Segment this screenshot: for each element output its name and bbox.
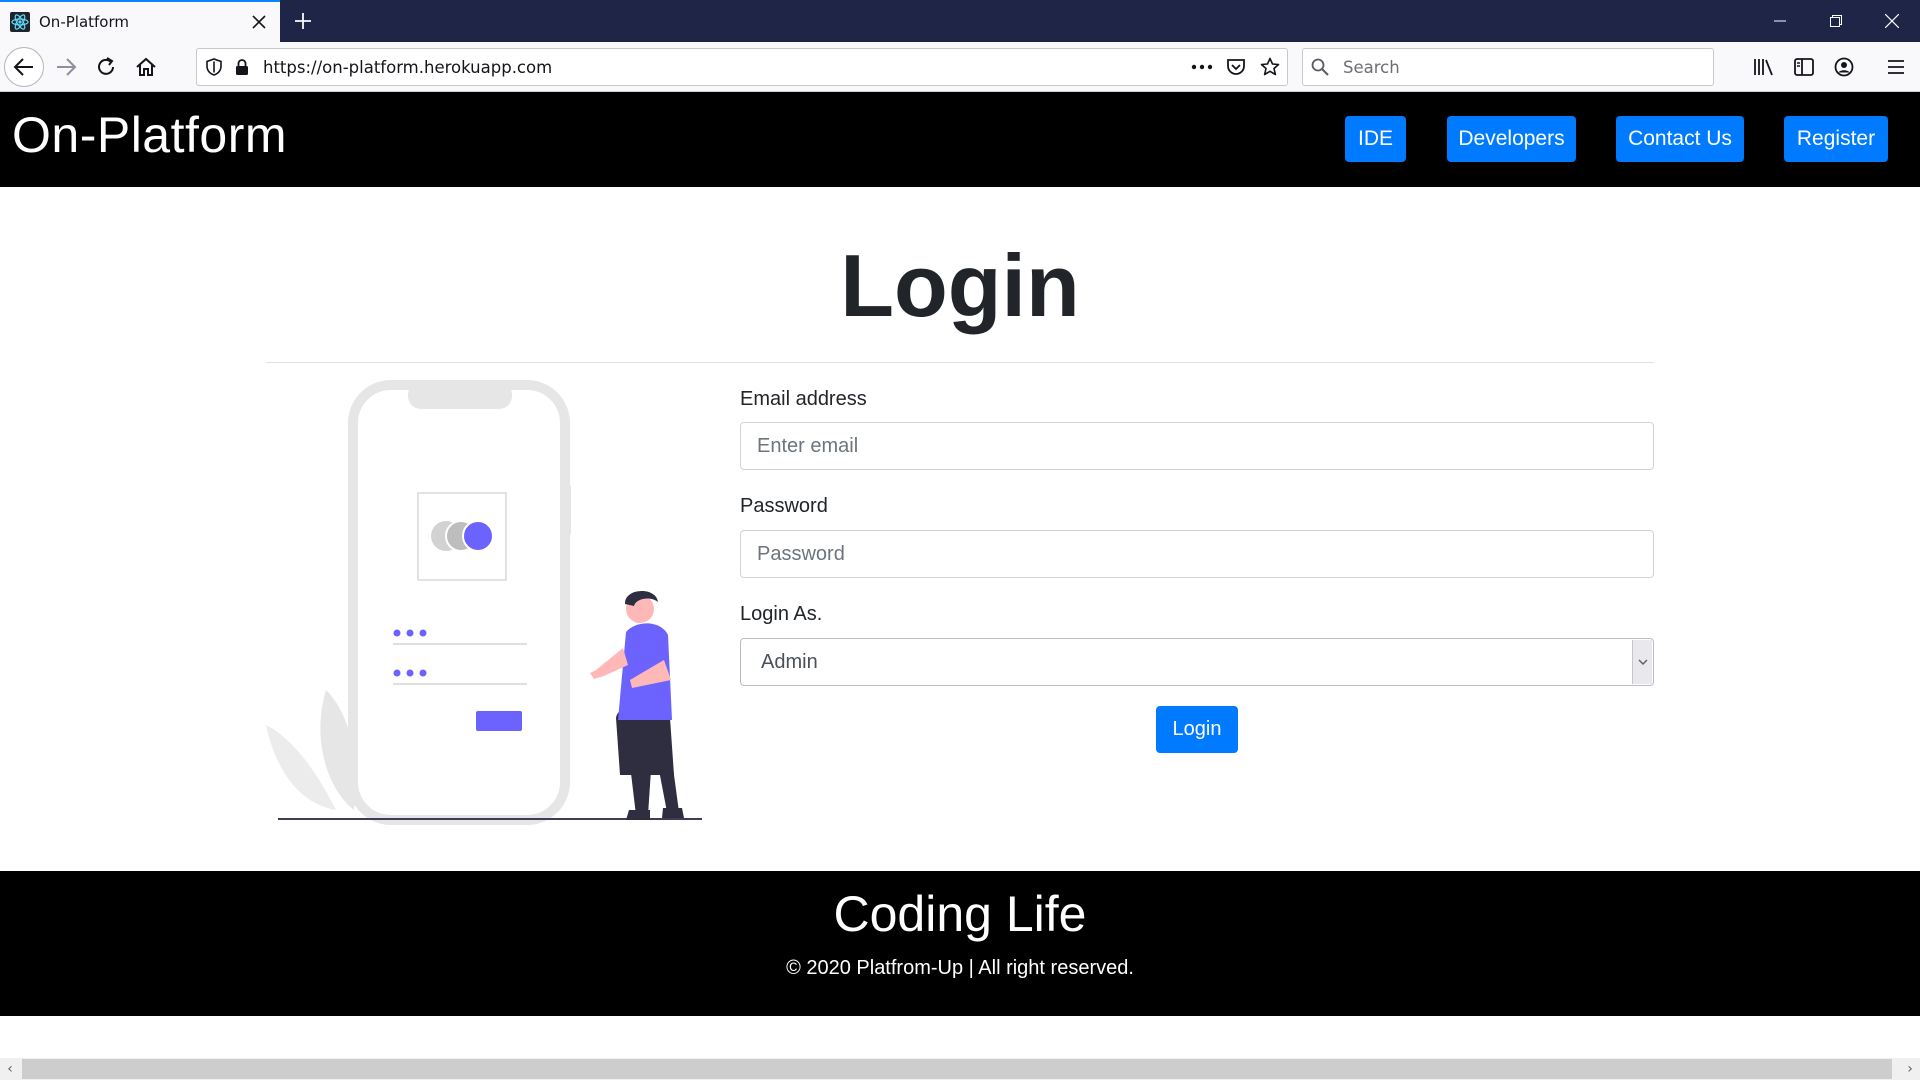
phone-side-button <box>563 485 571 535</box>
title-divider <box>266 362 1654 363</box>
chevron-down-icon[interactable] <box>1632 640 1652 684</box>
home-icon <box>136 57 156 76</box>
phone-outline <box>348 380 570 825</box>
brand-logo-text[interactable]: On-Platform <box>12 106 287 164</box>
browser-toolbar: https://on-platform.herokuapp.com Search <box>0 42 1920 92</box>
browser-tab-active[interactable]: On-Platform <box>0 0 280 42</box>
home-button[interactable] <box>126 47 166 87</box>
login-illustration <box>266 380 702 825</box>
nav-ide-button[interactable]: IDE <box>1345 116 1406 162</box>
restore-icon <box>1830 15 1842 27</box>
email-label: Email address <box>740 388 867 410</box>
browser-tabbar: On-Platform <box>0 0 1920 42</box>
close-icon <box>1885 14 1899 28</box>
login-as-select[interactable]: Admin <box>740 638 1654 686</box>
site-footer: Coding Life © 2020 Platfrom-Up | All rig… <box>0 871 1920 1016</box>
scrollbar-thumb[interactable] <box>22 1059 1892 1079</box>
url-bar[interactable]: https://on-platform.herokuapp.com <box>196 48 1288 86</box>
reload-icon <box>98 57 114 75</box>
minimize-icon <box>1774 20 1786 22</box>
sidebar-button[interactable] <box>1788 51 1820 83</box>
account-icon <box>1834 57 1854 77</box>
phone-button-shape <box>476 711 522 731</box>
login-as-label: Login As. <box>740 603 823 625</box>
arrow-left-icon <box>13 58 33 76</box>
forward-button[interactable] <box>46 47 86 87</box>
more-actions-icon[interactable] <box>1185 50 1219 84</box>
pocket-icon[interactable] <box>1219 50 1253 84</box>
nav-register-button[interactable]: Register <box>1784 116 1888 162</box>
reload-button[interactable] <box>86 47 126 87</box>
tab-title: On-Platform <box>39 13 129 31</box>
page-title: Login <box>840 236 1080 335</box>
site-header: On-Platform IDE Developers Contact Us Re… <box>0 92 1920 187</box>
footer-copyright: © 2020 Platfrom-Up | All right reserved. <box>786 957 1134 979</box>
login-as-selected-value: Admin <box>761 650 818 673</box>
minimize-button[interactable] <box>1752 0 1808 42</box>
nav-developers-button[interactable]: Developers <box>1447 116 1576 162</box>
bookmark-star-icon[interactable] <box>1253 50 1287 84</box>
lock-icon[interactable] <box>231 50 253 84</box>
new-tab-button[interactable] <box>286 4 320 38</box>
search-icon <box>1303 50 1337 84</box>
circle-icon <box>462 520 494 552</box>
hamburger-menu-icon <box>1888 60 1904 74</box>
password-label: Password <box>740 495 828 517</box>
search-placeholder: Search <box>1343 57 1400 77</box>
back-button[interactable] <box>4 47 44 87</box>
login-submit-button[interactable]: Login <box>1156 706 1238 753</box>
password-placeholder: Password <box>757 542 845 565</box>
search-bar[interactable]: Search <box>1302 48 1714 86</box>
email-placeholder: Enter email <box>757 434 859 457</box>
phone-notch <box>408 382 512 409</box>
footer-title: Coding Life <box>833 886 1087 942</box>
sidebar-icon <box>1794 58 1814 76</box>
scroll-right-arrow-icon[interactable]: › <box>1900 1058 1920 1080</box>
scroll-left-arrow-icon[interactable]: ‹ <box>0 1058 20 1080</box>
library-icon <box>1754 59 1773 76</box>
library-button[interactable] <box>1748 51 1780 83</box>
person-figure <box>590 590 684 820</box>
account-button[interactable] <box>1828 51 1860 83</box>
plus-icon <box>295 13 311 29</box>
nav-contact-us-button[interactable]: Contact Us <box>1616 116 1744 162</box>
close-tab-icon[interactable] <box>242 5 276 39</box>
arrow-right-icon <box>57 58 77 76</box>
close-window-button[interactable] <box>1864 0 1920 42</box>
horizontal-scrollbar[interactable]: ‹ › <box>0 1058 1920 1080</box>
url-text[interactable]: https://on-platform.herokuapp.com <box>263 58 1185 77</box>
password-input[interactable]: Password <box>740 530 1654 578</box>
restore-button[interactable] <box>1808 0 1864 42</box>
shield-icon[interactable] <box>197 50 231 84</box>
window-controls <box>1752 0 1920 42</box>
react-icon <box>10 12 30 32</box>
menu-button[interactable] <box>1880 51 1912 83</box>
email-input[interactable]: Enter email <box>740 422 1654 470</box>
